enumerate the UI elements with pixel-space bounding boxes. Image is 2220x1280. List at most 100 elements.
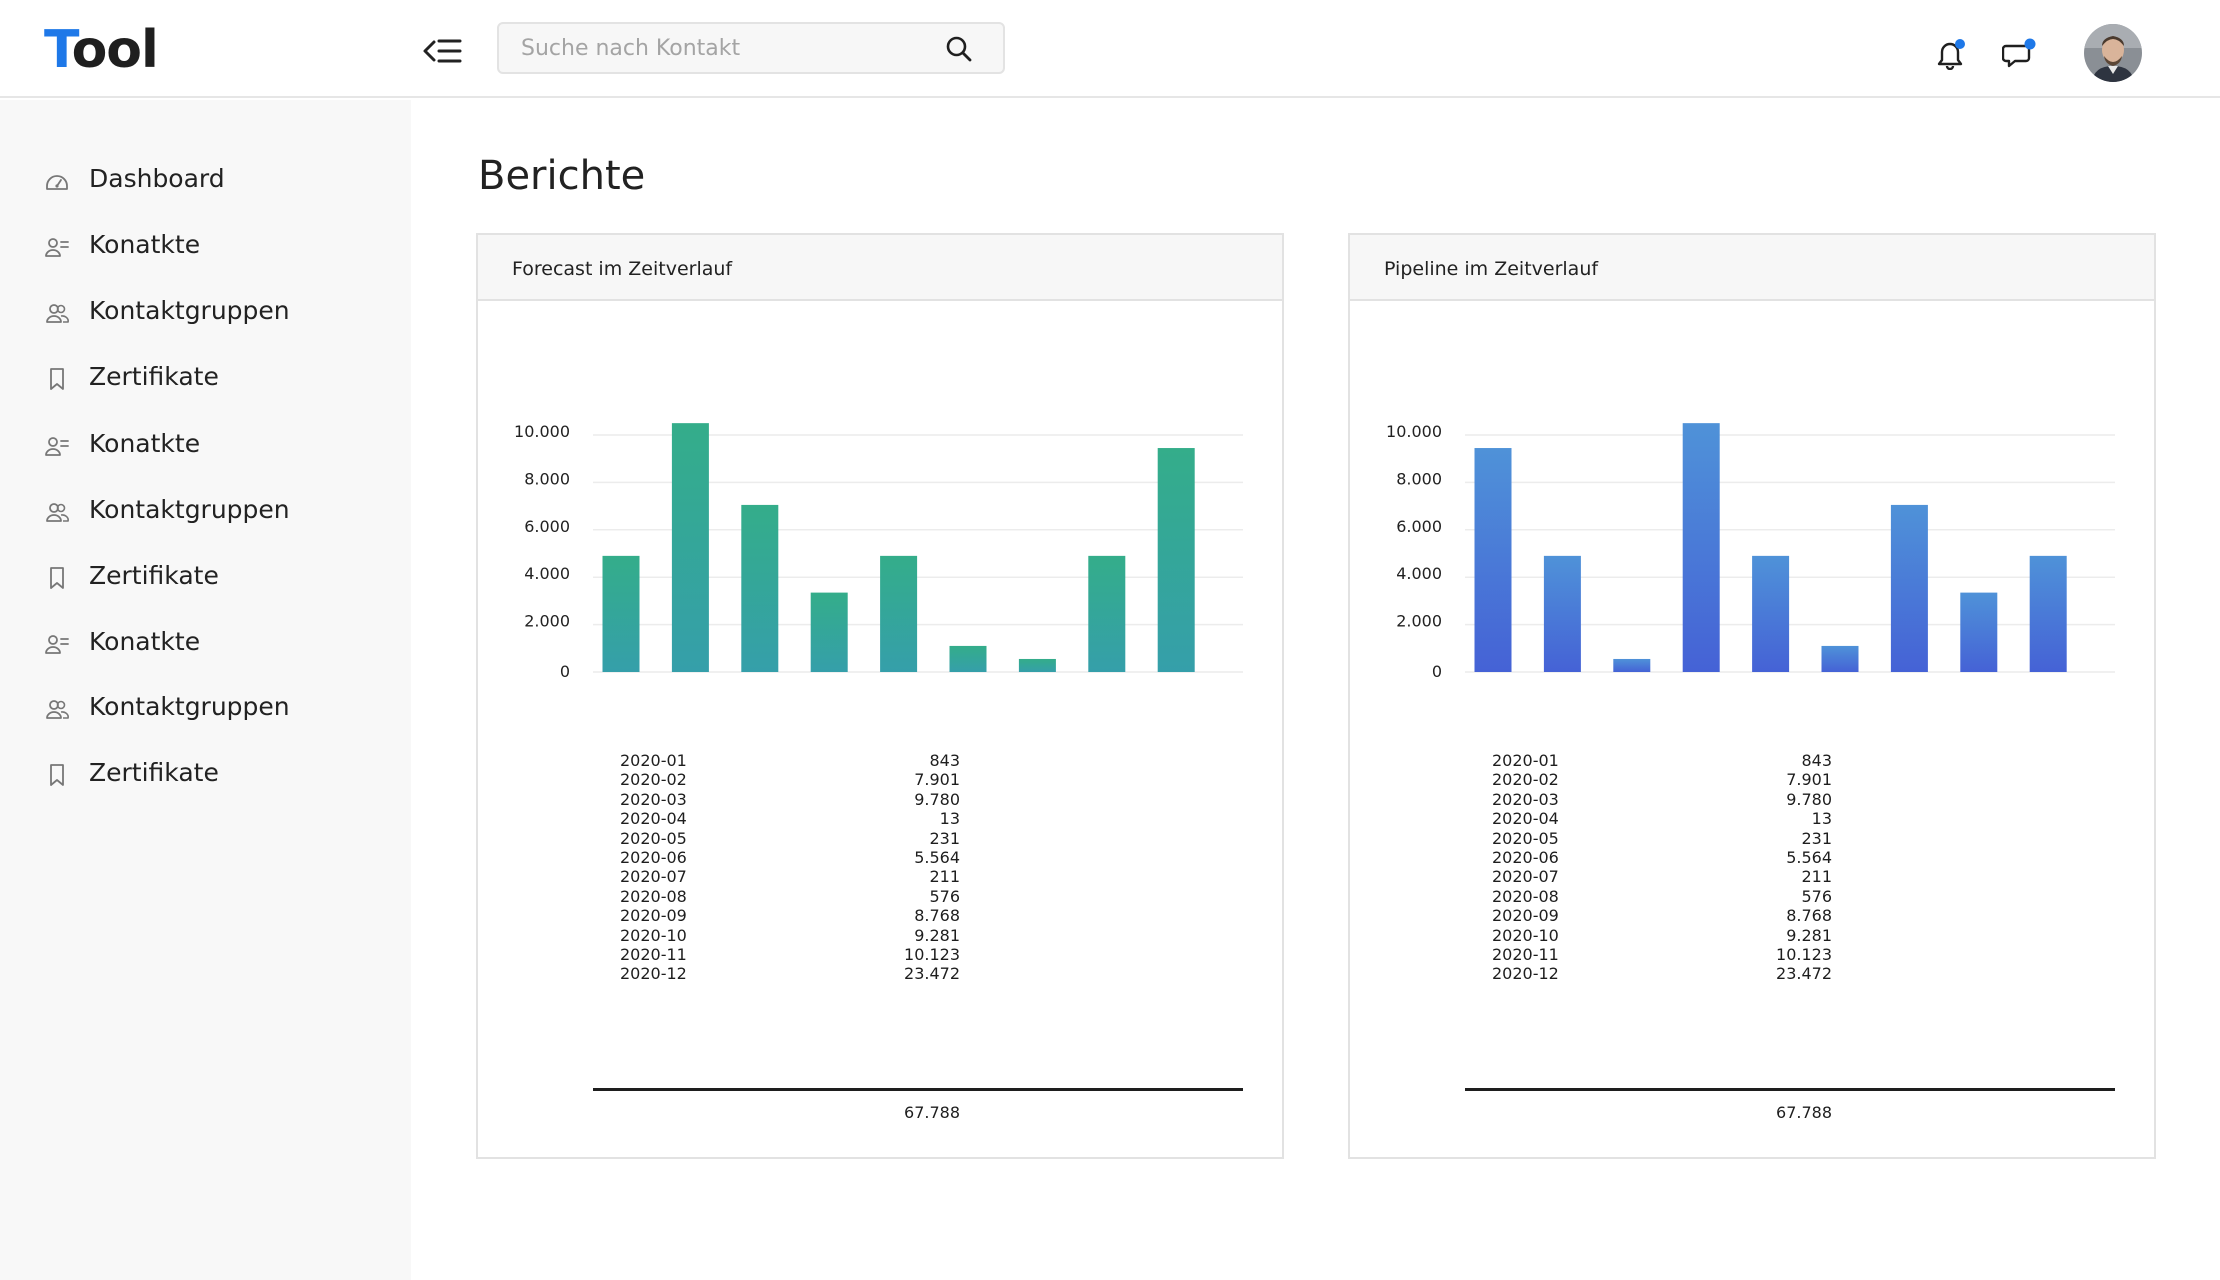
bell-icon [1937, 39, 1965, 71]
table-row-value: 10.123 [1776, 945, 1832, 964]
table-row-value: 576 [929, 886, 960, 906]
group-icon [46, 700, 69, 719]
bar[interactable] [1088, 555, 1126, 672]
table-row-value: 13 [939, 809, 960, 829]
table-row-value: 8.768 [1786, 906, 1832, 926]
table-row-label: 2020-07 [620, 867, 687, 887]
sidebar-item-label: Kontaktgruppen [89, 495, 290, 524]
sidebar-item-certificates[interactable]: Zertifikate [44, 751, 384, 795]
sidebar-item-label: Konatkte [89, 429, 201, 458]
table-row-label: 2020-10 [1492, 925, 1559, 945]
bar[interactable] [602, 555, 640, 672]
bar[interactable] [810, 592, 848, 672]
group-icon [46, 304, 69, 323]
table-row-label: 2020-06 [1492, 848, 1559, 867]
table-row-value: 231 [1801, 828, 1832, 848]
table-row-value: 7.901 [1786, 770, 1832, 790]
table-row-value: 10.123 [904, 945, 960, 964]
table-row-value: 8.768 [914, 906, 960, 926]
y-tick-label: 6.000 [1396, 517, 1442, 536]
logo-initial: T [44, 20, 73, 80]
table-row-label: 2020-04 [620, 809, 687, 829]
messages-button[interactable] [2001, 38, 2038, 70]
table-row-label: 2020-12 [620, 964, 687, 984]
notifications-button[interactable] [1936, 38, 1966, 71]
card-title: Forecast im Zeitverlauf [512, 258, 733, 280]
sidebar: Dashboard Konatkte Kontaktgruppen Zertif… [0, 100, 411, 1280]
table-row-value: 13 [1811, 809, 1832, 829]
bar[interactable] [1613, 658, 1651, 672]
sidebar-item-label: Konatkte [89, 230, 201, 259]
y-tick-label: 10.000 [514, 422, 570, 441]
search-button[interactable] [945, 35, 973, 63]
table-row-label: 2020-03 [1492, 789, 1559, 809]
y-tick-label: 0 [560, 662, 570, 681]
y-tick-label: 2.000 [524, 612, 570, 631]
bar[interactable] [1543, 555, 1581, 672]
table-total-value: 67.788 [904, 1103, 960, 1122]
sidebar-item-certificates[interactable]: Zertifikate [44, 554, 384, 598]
sidebar-item-contacts[interactable]: Konatkte [44, 620, 384, 664]
table-row-value: 211 [1801, 867, 1832, 887]
search-input[interactable] [521, 24, 921, 72]
sidebar-item-label: Kontaktgruppen [89, 692, 290, 721]
sidebar-item-label: Zertifikate [89, 758, 219, 787]
card-header: Pipeline im Zeitverlauf [1350, 235, 2154, 301]
bar[interactable] [741, 504, 779, 672]
sidebar-item-certificates[interactable]: Zertifikate [44, 355, 384, 399]
sidebar-item-contact-groups[interactable]: Kontaktgruppen [44, 685, 384, 729]
table-row-value: 23.472 [1776, 964, 1832, 984]
table-row-value: 7.901 [914, 770, 960, 790]
y-tick-label: 4.000 [524, 564, 570, 583]
bar[interactable] [1157, 448, 1195, 672]
bar[interactable] [1960, 592, 1998, 672]
menu-collapse-button[interactable] [422, 34, 464, 68]
bar[interactable] [1821, 645, 1859, 672]
sidebar-item-label: Zertifikate [89, 561, 219, 590]
sidebar-item-contact-groups[interactable]: Kontaktgruppen [44, 488, 384, 532]
table-row-label: 2020-09 [620, 906, 687, 926]
bookmark-icon [50, 567, 64, 589]
bar[interactable] [671, 423, 709, 672]
y-tick-label: 8.000 [524, 469, 570, 488]
table-row-value: 5.564 [1786, 848, 1832, 867]
card-title: Pipeline im Zeitverlauf [1384, 258, 1599, 280]
sidebar-item-contact-groups[interactable]: Kontaktgruppen [44, 289, 384, 333]
sidebar-item-label: Dashboard [89, 164, 225, 193]
app-logo[interactable]: Tool [44, 20, 159, 80]
card-header: Forecast im Zeitverlauf [478, 235, 1282, 301]
user-photo-icon [2084, 24, 2142, 82]
sidebar-item-contacts[interactable]: Konatkte [44, 422, 384, 466]
sidebar-item-dashboard[interactable]: Dashboard [44, 157, 384, 201]
bar[interactable] [1018, 658, 1056, 672]
table-row-label: 2020-09 [1492, 906, 1559, 926]
table-row-value: 211 [929, 867, 960, 887]
sidebar-item-label: Kontaktgruppen [89, 296, 290, 325]
table-row-label: 2020-03 [620, 789, 687, 809]
user-avatar[interactable] [2084, 24, 2142, 82]
table-row-value: 576 [1801, 886, 1832, 906]
table-row-label: 2020-01 [1492, 751, 1559, 770]
table-row-label: 2020-10 [620, 925, 687, 945]
logo-text: ool [71, 20, 159, 80]
bar[interactable] [949, 645, 987, 672]
pipeline-card: Pipeline im Zeitverlauf 10.000 8.000 6.000… [1348, 233, 2156, 1159]
group-icon [46, 503, 69, 522]
bar[interactable] [1752, 555, 1790, 672]
bar[interactable] [1682, 423, 1720, 672]
sidebar-item-contacts[interactable]: Konatkte [44, 223, 384, 267]
bookmark-icon [50, 764, 64, 786]
y-tick-label: 4.000 [1396, 564, 1442, 583]
bar[interactable] [880, 555, 918, 672]
search-box [497, 22, 1005, 74]
table-row-label: 2020-11 [620, 945, 687, 964]
table-row-label: 2020-02 [1492, 770, 1559, 790]
table-total-value: 67.788 [1776, 1103, 1832, 1122]
total-divider [593, 1088, 1243, 1091]
bar[interactable] [1890, 504, 1928, 672]
contact-icon [45, 238, 69, 257]
bar[interactable] [2029, 555, 2067, 672]
bar[interactable] [1474, 448, 1512, 672]
table-row-value: 9.281 [914, 925, 960, 945]
y-tick-label: 2.000 [1396, 612, 1442, 631]
